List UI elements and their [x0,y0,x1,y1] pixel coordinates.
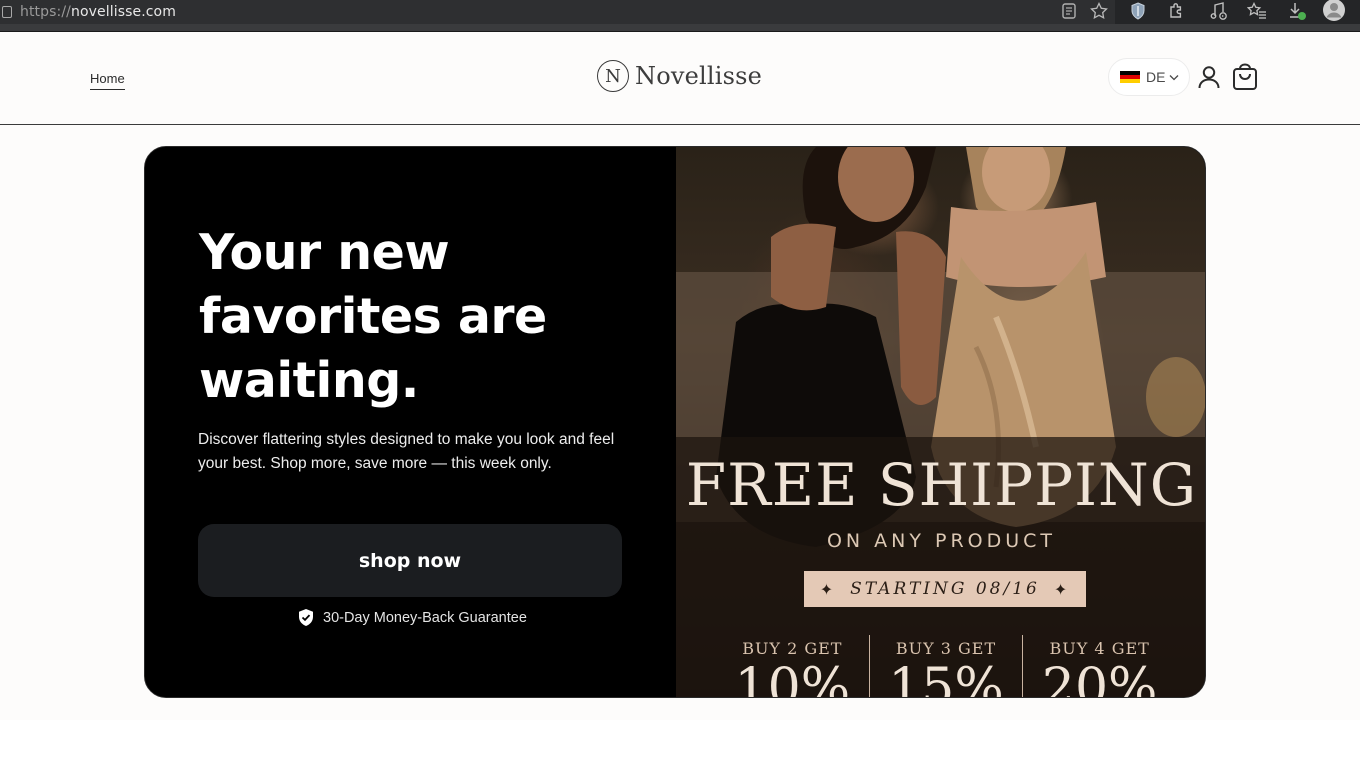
tier-label: BUY 2 GET [742,639,843,658]
language-selector[interactable]: DE [1108,58,1190,96]
site-logo[interactable]: N Novellisse [597,60,762,92]
discount-tiers: BUY 2 GET 10% BUY 3 GET 15% BUY 4 GET 20… [716,635,1176,698]
hero-text-panel: Your new favorites are waiting. Discover… [145,147,676,697]
downloads-icon[interactable] [1286,0,1308,22]
cart-icon[interactable] [1231,63,1259,91]
sparkle-icon: ✦ [1053,579,1071,599]
shield-check-icon [299,609,313,626]
reader-mode-icon[interactable] [1058,0,1080,22]
logo-text: Novellisse [635,62,763,90]
media-control-icon[interactable] [1208,0,1230,22]
chevron-down-icon [1169,74,1179,80]
extensions-puzzle-icon[interactable] [1165,0,1187,22]
bookmark-star-icon[interactable] [1088,0,1110,22]
nav-home-link[interactable]: Home [90,71,125,90]
promo-image-panel[interactable]: FREE SHIPPING ON ANY PRODUCT ✦ STARTING … [676,147,1205,698]
tier-value: 10% [734,658,851,698]
money-back-guarantee: 30-Day Money-Back Guarantee [297,608,527,627]
promo-subheadline: ON ANY PRODUCT [826,530,1057,552]
browser-toolbar: https://novellisse.com [0,0,1360,32]
shop-now-button[interactable]: shop now [198,524,622,597]
address-bar[interactable]: https://novellisse.com [0,0,1115,24]
discount-tier: BUY 4 GET 20% [1022,635,1176,698]
hero-banner: Your new favorites are waiting. Discover… [144,146,1206,698]
promo-headline: FREE SHIPPING [685,451,1198,519]
site-header: Home N Novellisse DE [0,32,1360,125]
tier-value: 15% [888,658,1004,698]
site-info-icon[interactable] [2,6,12,18]
account-icon[interactable] [1196,64,1222,90]
discount-tier: BUY 2 GET 10% [716,635,869,698]
address-url[interactable]: https://novellisse.com [20,4,176,20]
hero-title: Your new favorites are waiting. [199,224,547,409]
models-photo [676,147,1205,697]
tier-label: BUY 3 GET [895,639,997,658]
discount-tier: BUY 3 GET 15% [868,635,1023,698]
hero-subtitle: Discover flattering styles designed to m… [198,431,615,472]
profile-avatar-icon[interactable] [1321,0,1347,23]
promo-start-text: STARTING 08/16 [850,579,1040,599]
logo-mark: N [597,60,629,92]
germany-flag-icon [1120,70,1140,84]
guarantee-text: 30-Day Money-Back Guarantee [323,609,527,626]
toolbar-divider [0,24,1360,32]
page-continuation [0,720,1360,765]
sparkle-icon: ✦ [819,579,837,599]
shield-extension-icon[interactable] [1127,0,1149,22]
tier-label: BUY 4 GET [1049,639,1150,658]
language-code: DE [1146,69,1166,85]
favorites-list-icon[interactable] [1246,0,1268,22]
tier-value: 20% [1041,658,1158,698]
promo-start-date: ✦ STARTING 08/16 ✦ [804,571,1086,607]
